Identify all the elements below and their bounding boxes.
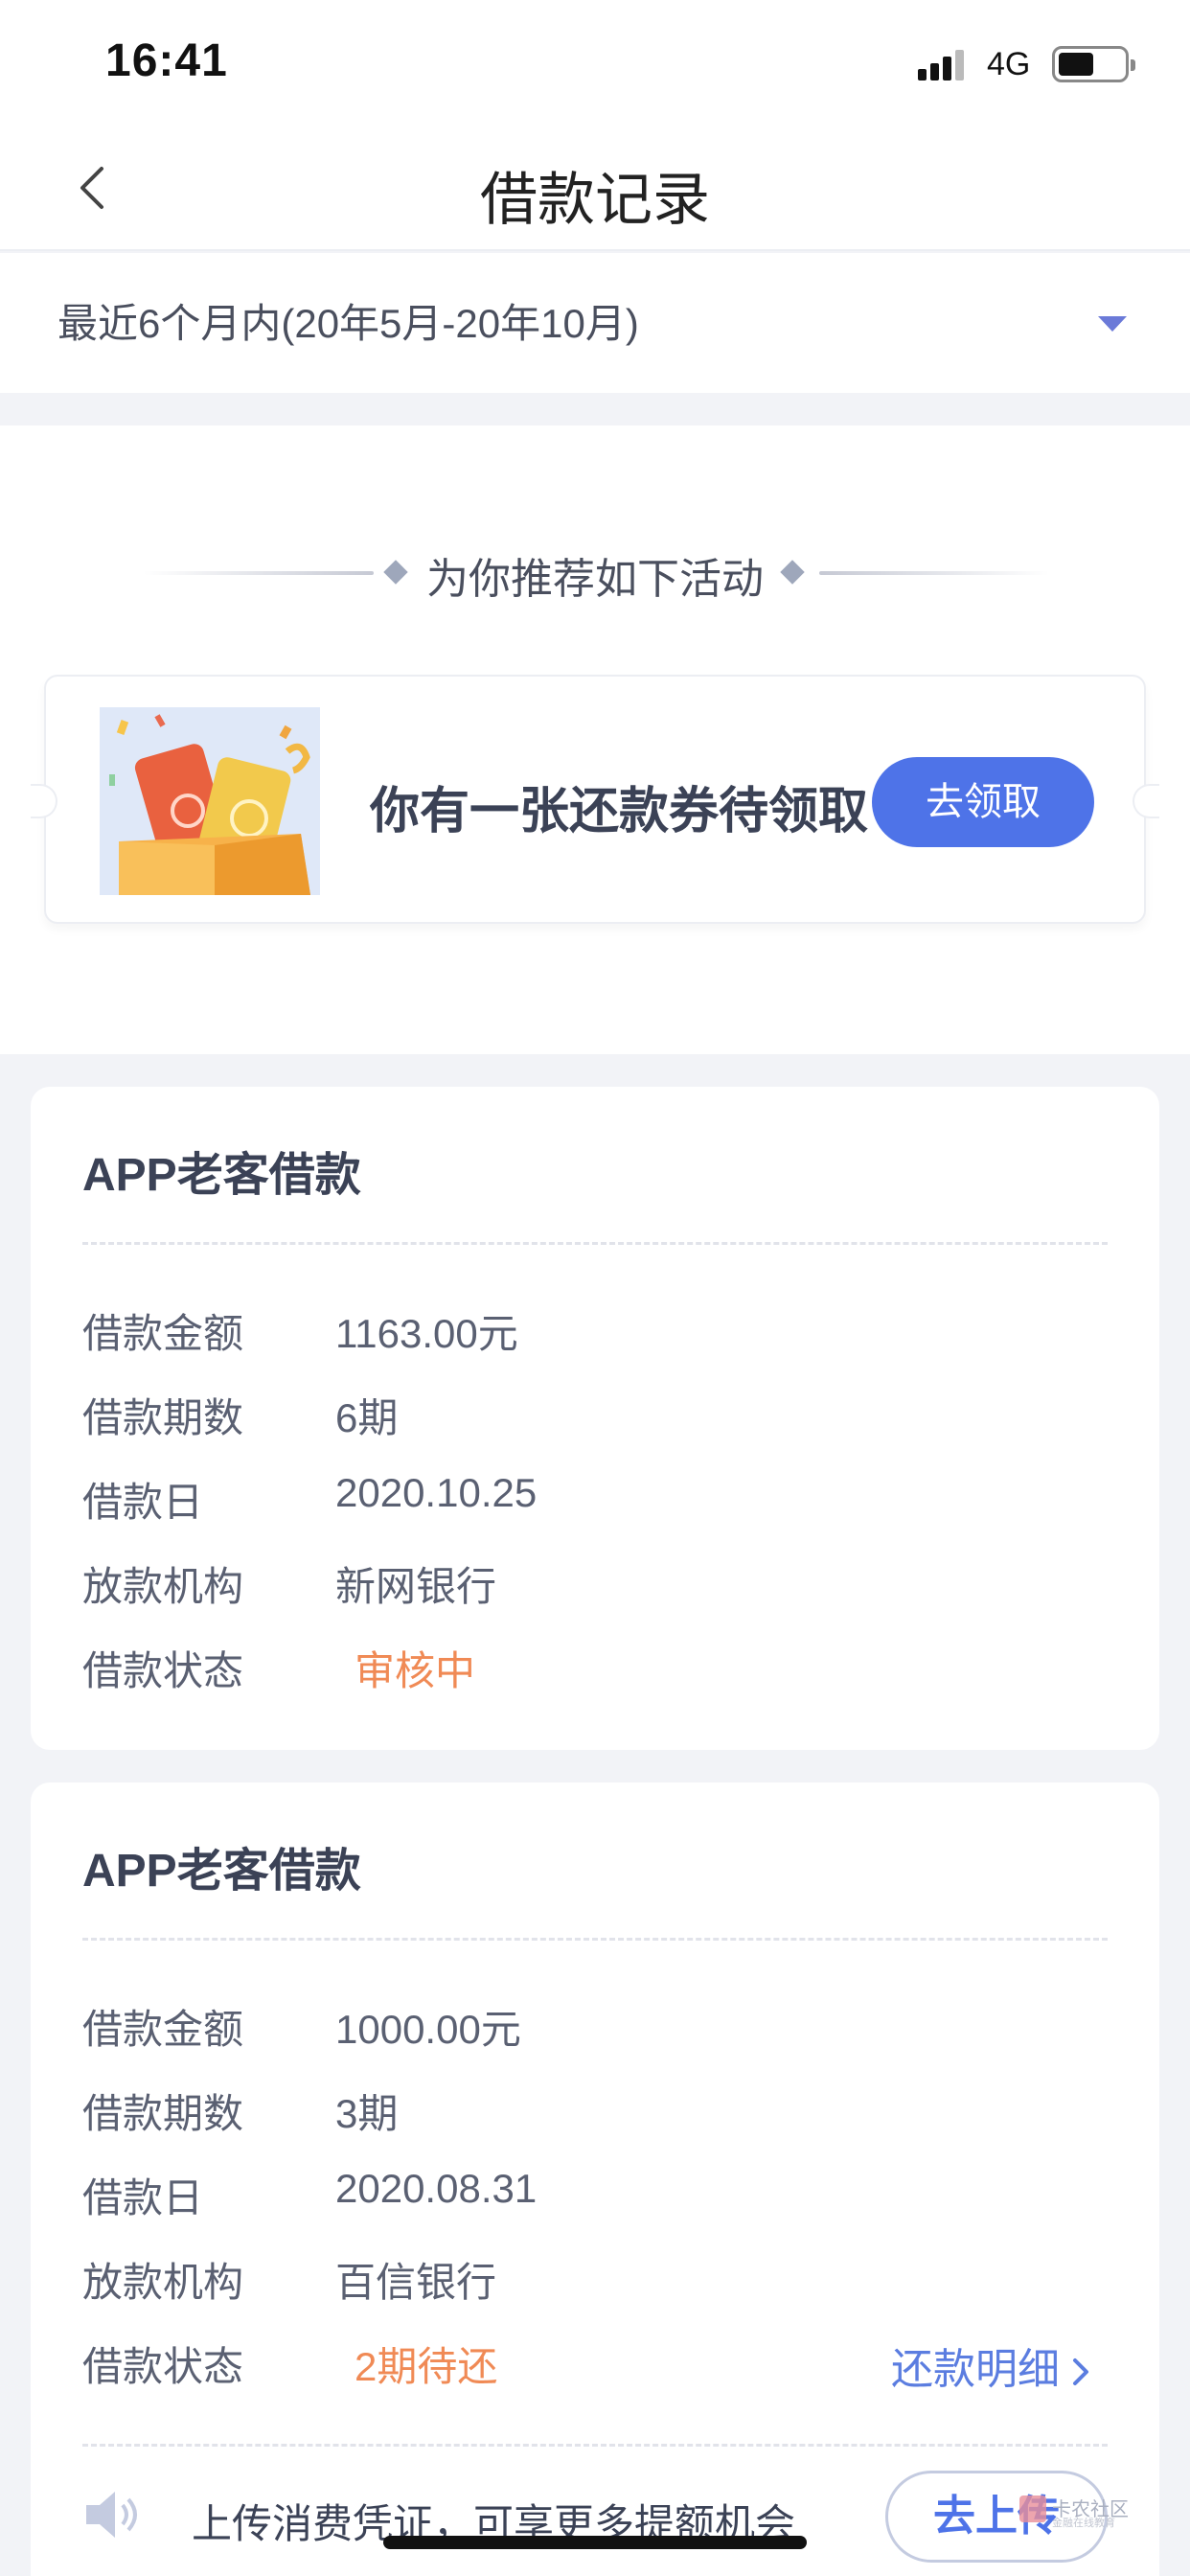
loan-date-row: 借款日 2020.08.31 (82, 2166, 1108, 2223)
promo-heading: 为你推荐如下活动 (426, 556, 764, 603)
row-label: 借款日 (82, 1480, 204, 1525)
repayment-detail-label: 还款明细 (891, 2346, 1060, 2393)
row-label: 借款金额 (82, 2007, 244, 2052)
caret-down-icon (1098, 316, 1127, 332)
signal-icon (918, 48, 968, 80)
home-indicator[interactable] (383, 2536, 807, 2549)
lender-row: 放款机构 百信银行 (82, 2250, 1108, 2308)
watermark: 卡农社区 金融在线教育 (1019, 2492, 1134, 2530)
page-title: 借款记录 (480, 168, 710, 232)
promo-section: 为你推荐如下活动 你有一张还款券待领取 去领取 (0, 426, 1190, 1054)
status-bar: 16:41 4G (0, 0, 1190, 125)
row-label: 借款金额 (82, 1311, 244, 1356)
claim-coupon-button[interactable]: 去领取 (872, 757, 1094, 847)
battery-icon (1052, 46, 1135, 82)
loan-record-card: APP老客借款 借款金额 1163.00元 借款期数 6期 借款日 2020.1… (31, 1087, 1159, 1750)
date-range-label: 最近6个月内(20年5月-20年10月) (57, 301, 639, 346)
coupon-card[interactable]: 你有一张还款券待领取 去领取 (31, 675, 1159, 924)
network-type: 4G (987, 46, 1031, 82)
row-value: 6期 (335, 1395, 399, 1440)
gift-box-illustration (100, 707, 320, 895)
row-value: 1163.00元 (335, 1311, 518, 1356)
loan-title: APP老客借款 (82, 1150, 361, 1201)
coupon-text: 你有一张还款券待领取 (370, 784, 869, 840)
row-label: 借款状态 (82, 1648, 244, 1693)
status-value: 审核中 (355, 1648, 476, 1693)
dashed-divider (82, 2444, 1108, 2447)
row-label: 借款期数 (82, 1395, 244, 1440)
row-label: 借款日 (82, 2175, 204, 2220)
row-label: 放款机构 (82, 1564, 244, 1609)
divider-line (819, 571, 1049, 575)
loan-title: APP老客借款 (82, 1846, 361, 1897)
chevron-right-icon (1073, 2358, 1088, 2386)
dashed-divider (82, 1938, 1108, 1941)
coupon-notch (1133, 784, 1159, 818)
repayment-detail-link[interactable]: 还款明细 (891, 2334, 1092, 2396)
loan-status-row: 借款状态 审核中 (82, 1639, 1108, 1696)
row-label: 借款状态 (82, 2344, 244, 2389)
loan-periods-row: 借款期数 6期 (82, 1386, 1108, 1443)
nav-bar: 借款记录 (0, 125, 1190, 251)
loan-date-row: 借款日 2020.10.25 (82, 1470, 1108, 1528)
status-value: 2期待还 (355, 2344, 498, 2389)
loan-amount-row: 借款金额 1000.00元 (82, 1997, 1108, 2055)
row-value: 2020.10.25 (335, 1470, 538, 1515)
speaker-icon (86, 2492, 137, 2538)
coupon-notch (31, 784, 57, 818)
row-label: 借款期数 (82, 2091, 244, 2136)
row-value: 3期 (335, 2091, 399, 2136)
loan-periods-row: 借款期数 3期 (82, 2082, 1108, 2139)
row-label: 放款机构 (82, 2260, 244, 2305)
row-value: 1000.00元 (335, 2007, 521, 2052)
row-value: 2020.08.31 (335, 2166, 538, 2211)
loan-amount-row: 借款金额 1163.00元 (82, 1301, 1108, 1359)
row-value: 新网银行 (335, 1564, 497, 1609)
row-value: 百信银行 (335, 2260, 497, 2305)
upload-voucher-row: 上传消费凭证，可享更多提额机会 去上传 (82, 2465, 1156, 2570)
loan-record-card: APP老客借款 借款金额 1000.00元 借款期数 3期 借款日 2020.0… (31, 1782, 1159, 2576)
status-time: 16:41 (105, 35, 228, 86)
lender-row: 放款机构 新网银行 (82, 1554, 1108, 1612)
watermark-logo-icon (1019, 2496, 1046, 2522)
loan-status-row: 借款状态 2期待还 还款明细 (82, 2334, 1108, 2393)
watermark-subtext: 金融在线教育 (1052, 2518, 1115, 2529)
dashed-divider (82, 1242, 1108, 1245)
date-range-filter[interactable]: 最近6个月内(20年5月-20年10月) (0, 253, 1190, 393)
